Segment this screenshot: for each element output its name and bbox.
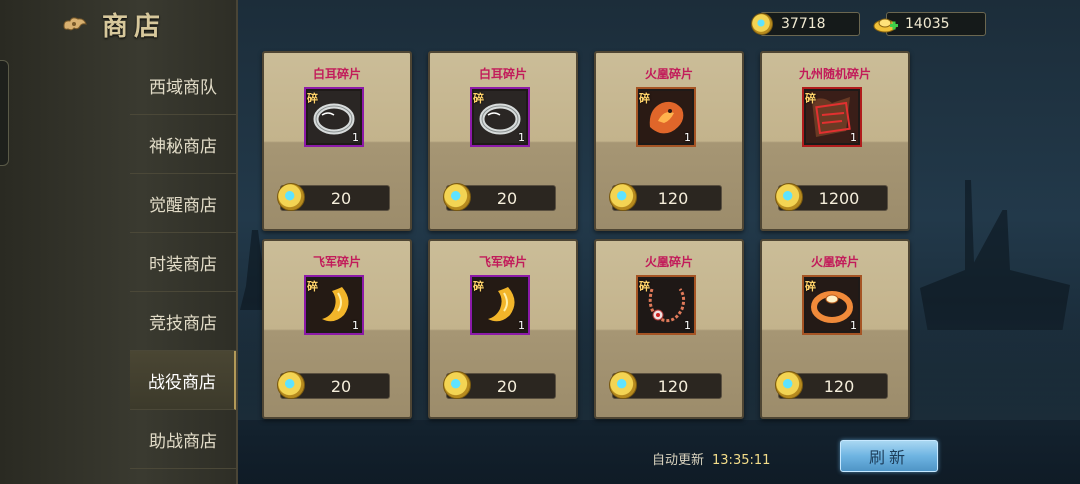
item-icon-frame: 碎 1 <box>470 275 530 335</box>
item-name: 火凰碎片 <box>644 255 693 269</box>
fragment-badge: 碎 <box>307 280 318 293</box>
sidebar-item-fashion-shop[interactable]: 时装商店 <box>130 233 236 292</box>
diamond-coin-icon <box>775 371 803 399</box>
sidebar-item-western-caravan[interactable]: 西域商队 <box>130 56 236 115</box>
fragment-badge: 碎 <box>473 280 484 293</box>
fragment-badge: 碎 <box>805 92 816 105</box>
diamond-coin-icon <box>443 183 471 211</box>
shop-item-card[interactable]: 白耳碎片 碎 1 20 <box>262 51 412 231</box>
item-name: 火凰碎片 <box>644 67 693 81</box>
price-tag: 20 <box>443 183 556 211</box>
shop-item-card[interactable]: 白耳碎片 碎 1 20 <box>428 51 578 231</box>
price-tag: 20 <box>277 371 390 399</box>
item-name: 飞军碎片 <box>478 255 527 269</box>
item-icon-frame: 碎 1 <box>802 87 862 147</box>
item-quantity: 1 <box>518 131 525 144</box>
price-tag: 120 <box>609 183 722 211</box>
sidebar-nav: 西域商队 神秘商店 觉醒商店 时装商店 竞技商店 战役商店 助战商店 <box>130 56 236 469</box>
sidebar-item-assist-shop[interactable]: 助战商店 <box>130 410 236 469</box>
item-icon-frame: 碎 1 <box>304 87 364 147</box>
diamond-currency: 37718 <box>751 12 860 36</box>
item-quantity: 1 <box>352 319 359 332</box>
item-name: 白耳碎片 <box>478 67 527 81</box>
price-tag: 20 <box>277 183 390 211</box>
price-tag: 120 <box>609 371 722 399</box>
shop-item-card[interactable]: 火凰碎片 碎 1 120 <box>594 239 744 419</box>
shop-item-card[interactable]: 飞军碎片 碎 1 20 <box>262 239 412 419</box>
item-quantity: 1 <box>850 319 857 332</box>
auto-refresh-info: 自动更新 13:35:11 <box>652 449 770 468</box>
shop-item-card[interactable]: 九州随机碎片 碎 1 1200 <box>760 51 910 231</box>
side-drawer-handle[interactable] <box>0 60 9 166</box>
item-icon-frame: 碎 1 <box>636 87 696 147</box>
footer-bar: 自动更新 13:35:11 刷新 <box>238 420 1080 484</box>
item-icon-frame: 碎 1 <box>636 275 696 335</box>
diamond-amount: 37718 <box>781 16 826 32</box>
auto-refresh-label: 自动更新 <box>652 453 705 468</box>
cloud-icon <box>63 17 87 31</box>
price-tag: 120 <box>775 371 888 399</box>
price-tag: 20 <box>443 371 556 399</box>
diamond-coin-icon <box>775 183 803 211</box>
item-quantity: 1 <box>518 319 525 332</box>
shop-title: 商店 <box>62 6 166 42</box>
price-tag: 1200 <box>775 183 888 211</box>
sidebar-item-campaign-shop[interactable]: 战役商店 <box>130 351 236 410</box>
item-name: 火凰碎片 <box>810 255 859 269</box>
fragment-badge: 碎 <box>805 280 816 293</box>
auto-refresh-time: 13:35:11 <box>712 453 771 468</box>
diamond-coin-icon <box>751 13 773 35</box>
shop-item-card[interactable]: 火凰碎片 碎 1 120 <box>760 239 910 419</box>
diamond-coin-icon <box>277 183 305 211</box>
fragment-badge: 碎 <box>639 280 650 293</box>
refresh-button[interactable]: 刷新 <box>840 440 938 472</box>
item-quantity: 1 <box>684 319 691 332</box>
sidebar-item-mystery-shop[interactable]: 神秘商店 <box>130 115 236 174</box>
fragment-badge: 碎 <box>473 92 484 105</box>
gold-ingot-icon <box>873 18 898 33</box>
shop-item-card[interactable]: 火凰碎片 碎 1 120 <box>594 51 744 231</box>
item-quantity: 1 <box>352 131 359 144</box>
fragment-badge: 碎 <box>307 92 318 105</box>
item-name: 飞军碎片 <box>312 255 361 269</box>
gold-amount: 14035 <box>905 16 950 32</box>
gold-currency[interactable]: 14035 <box>873 12 986 36</box>
item-name: 九州随机碎片 <box>798 67 871 81</box>
shop-item-card[interactable]: 飞军碎片 碎 1 20 <box>428 239 578 419</box>
item-name: 白耳碎片 <box>312 67 361 81</box>
item-quantity: 1 <box>850 131 857 144</box>
fragment-badge: 碎 <box>639 92 650 105</box>
item-icon-frame: 碎 1 <box>304 275 364 335</box>
page-title: 商店 <box>102 11 167 42</box>
diamond-coin-icon <box>277 371 305 399</box>
item-icon-frame: 碎 1 <box>470 87 530 147</box>
item-quantity: 1 <box>684 131 691 144</box>
diamond-coin-icon <box>609 371 637 399</box>
diamond-coin-icon <box>609 183 637 211</box>
sidebar-item-awakening-shop[interactable]: 觉醒商店 <box>130 174 236 233</box>
sidebar-item-arena-shop[interactable]: 竞技商店 <box>130 292 236 351</box>
sidebar: 商店 西域商队 神秘商店 觉醒商店 时装商店 竞技商店 战役商店 助战商店 <box>0 0 238 484</box>
item-icon-frame: 碎 1 <box>802 275 862 335</box>
diamond-coin-icon <box>443 371 471 399</box>
